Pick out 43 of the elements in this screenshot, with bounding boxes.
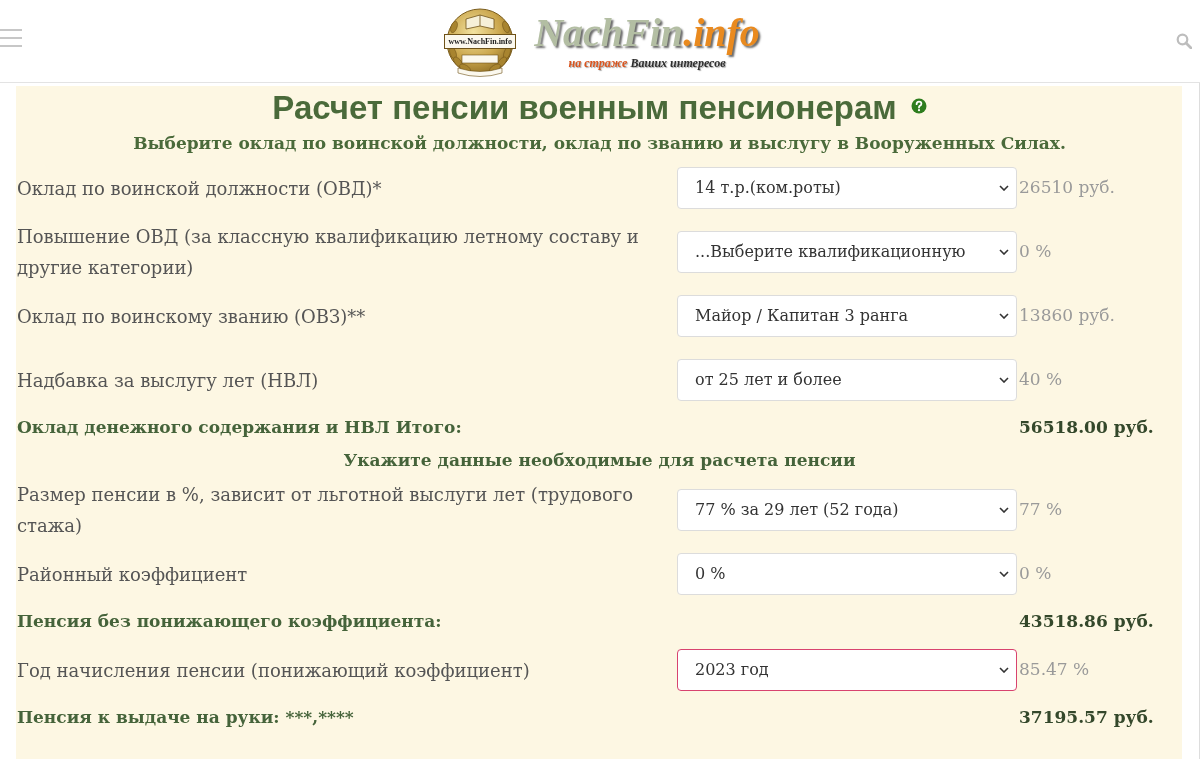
dropdown[interactable]: от 25 лет и более: [677, 359, 1017, 401]
field-label: Размер пенсии в %, зависит от льготной выслуги лет (трудового стажа): [17, 483, 635, 538]
field-label: Год начисления пенсии (понижающий коэффициент): [17, 658, 531, 683]
result-value: 77 %: [1018, 498, 1063, 522]
menu-icon[interactable]: [0, 29, 22, 47]
result-value: 0 %: [1018, 240, 1052, 264]
total-label: Пенсия к выдаче на руки: ***,****: [17, 706, 354, 730]
dropdown[interactable]: ...Выберите квалификационную: [677, 231, 1017, 273]
chevron-down-icon: [999, 313, 1009, 319]
chevron-down-icon: [999, 571, 1009, 577]
total-label: Пенсия без понижающего коэффициента:: [17, 610, 442, 634]
chevron-down-icon: [999, 249, 1009, 255]
total-value: 56518.00 руб.: [1018, 416, 1154, 440]
chevron-down-icon: [999, 667, 1009, 673]
result-value: 13860 руб.: [1018, 304, 1115, 328]
field-label: Надбавка за выслугу лет (НВЛ): [17, 368, 320, 393]
chevron-down-icon: [999, 185, 1009, 191]
dropdown[interactable]: 14 т.р.(ком.роты): [677, 167, 1017, 209]
total-value: 43518.86 руб.: [1018, 610, 1154, 634]
dropdown[interactable]: 2023 год: [677, 649, 1017, 691]
emblem-text: www.NachFin.info: [444, 34, 517, 49]
result-value: 0 %: [1018, 562, 1052, 586]
search-icon[interactable]: [1176, 33, 1192, 49]
page-title: Расчет пенсии военным пенсионерам: [272, 88, 897, 128]
chevron-down-icon: [999, 377, 1009, 383]
site-tagline: на страже Ваших интересов: [568, 55, 726, 71]
field-label: Районный коэффициент: [17, 562, 249, 587]
result-value: 85.47 %: [1018, 658, 1090, 682]
total-value: 37195.57 руб.: [1018, 706, 1154, 730]
result-value: 26510 руб.: [1018, 176, 1115, 200]
field-label: Оклад по воинскому званию (ОВЗ)**: [17, 304, 367, 329]
section-heading: Укажите данные необходимые для расчета пенсии: [343, 449, 856, 473]
field-label: Повышение ОВД (за классную квалификацию летному составу и другие категории): [17, 225, 640, 280]
dropdown[interactable]: 0 %: [677, 553, 1017, 595]
help-icon[interactable]: [910, 98, 927, 114]
site-wordmark: NachFin.info: [534, 11, 760, 55]
dropdown[interactable]: Майор / Капитан 3 ранга: [677, 295, 1017, 337]
chevron-down-icon: [999, 507, 1009, 513]
total-label: Оклад денежного содержания и НВЛ Итого:: [17, 416, 462, 440]
result-value: 40 %: [1018, 368, 1063, 392]
section-subtitle: Выберите оклад по воинской должности, оклад по званию и выслугу в Вооруженных Силах.: [133, 132, 1066, 155]
field-label: Оклад по воинской должности (ОВД)*: [17, 176, 383, 201]
dropdown[interactable]: 77 % за 29 лет (52 года): [677, 489, 1017, 531]
